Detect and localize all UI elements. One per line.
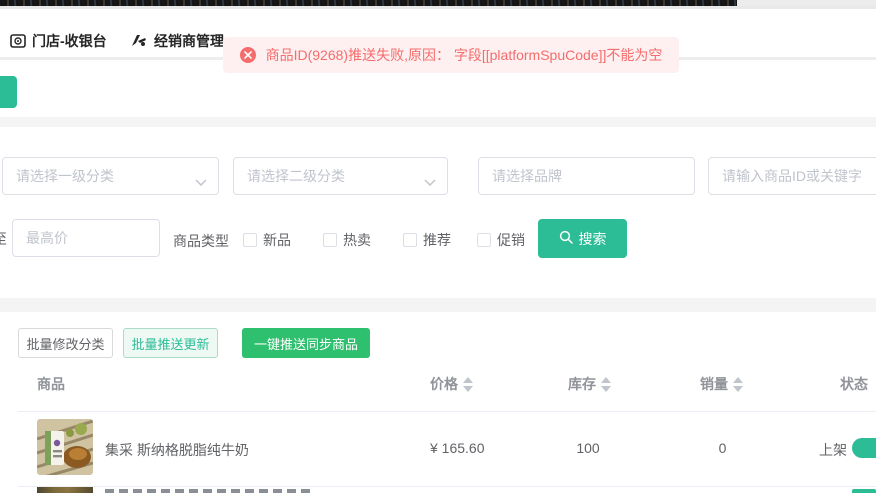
category2-select-input[interactable]: [233, 157, 448, 195]
cashier-icon: [10, 34, 26, 48]
max-price-field[interactable]: [12, 219, 160, 257]
next-row-text-sliver: [105, 489, 315, 493]
error-toast: 商品ID(9268)推送失败,原因： 字段[[platformSpuCode]]…: [223, 37, 679, 73]
checkbox-recommended[interactable]: 推荐: [403, 230, 451, 250]
clipped-left-button[interactable]: [0, 76, 17, 108]
tab-label: 门店-收银台: [32, 31, 107, 51]
brand-select[interactable]: [478, 157, 695, 195]
column-header-product: 商品: [37, 374, 65, 394]
product-stock: 100: [563, 440, 613, 456]
checkbox-hot[interactable]: 热卖: [323, 230, 371, 250]
checkbox-label: 促销: [497, 230, 525, 250]
category2-select[interactable]: [233, 157, 448, 195]
column-header-label: 销量: [700, 374, 728, 394]
max-price-input[interactable]: [12, 219, 160, 257]
distributor-icon: [130, 34, 148, 48]
next-row-thumbnail-sliver: [37, 487, 93, 493]
checkbox-box[interactable]: [477, 233, 491, 247]
sort-arrows-icon[interactable]: [733, 377, 743, 392]
batch-edit-category-button[interactable]: 批量修改分类: [18, 328, 113, 358]
keyword-input[interactable]: [708, 157, 876, 195]
section-separator: [0, 298, 876, 312]
one-click-sync-button[interactable]: 一键推送同步商品: [242, 328, 370, 358]
brand-select-input[interactable]: [478, 157, 695, 195]
column-header-price[interactable]: 价格: [430, 374, 473, 394]
column-header-stock[interactable]: 库存: [568, 374, 611, 394]
checkbox-label: 热卖: [343, 230, 371, 250]
batch-push-update-button[interactable]: 批量推送更新: [123, 328, 218, 358]
table-divider: [18, 411, 876, 412]
tab-store-cashier[interactable]: 门店-收银台: [10, 31, 107, 51]
checkbox-box[interactable]: [323, 233, 337, 247]
column-header-sales[interactable]: 销量: [700, 374, 743, 394]
checkbox-box[interactable]: [403, 233, 417, 247]
sort-arrows-icon[interactable]: [463, 377, 473, 392]
checkbox-promotion[interactable]: 促销: [477, 230, 525, 250]
column-header-label: 价格: [430, 374, 458, 394]
tab-distributor-management[interactable]: 经销商管理: [130, 31, 224, 51]
category1-select-input[interactable]: [2, 157, 219, 195]
keyword-search[interactable]: [708, 157, 876, 195]
checkbox-new[interactable]: 新品: [243, 230, 291, 250]
search-button-label: 搜索: [579, 229, 607, 249]
search-button[interactable]: 搜索: [538, 219, 627, 258]
checkbox-label: 推荐: [423, 230, 451, 250]
product-sales: 0: [700, 440, 745, 456]
price-range-separator: 至: [0, 229, 7, 249]
product-status-label: 上架: [819, 440, 847, 460]
sort-arrows-icon[interactable]: [601, 377, 611, 392]
status-toggle[interactable]: [852, 438, 876, 458]
page: 门店-收银台 经销商管理 商品ID(9268)推送失败,原因： 字段[[plat…: [0, 0, 876, 493]
next-row-toggle-sliver: [852, 489, 876, 493]
table-divider: [18, 486, 876, 487]
column-header-status: 状态: [840, 374, 868, 394]
category1-select[interactable]: [2, 157, 219, 195]
checkbox-box[interactable]: [243, 233, 257, 247]
column-header-label: 状态: [840, 374, 868, 394]
column-header-label: 商品: [37, 374, 65, 394]
section-separator: [0, 117, 876, 127]
column-header-label: 库存: [568, 374, 596, 394]
error-toast-message: 商品ID(9268)推送失败,原因： 字段[[platformSpuCode]]…: [266, 45, 663, 65]
product-name: 集采 斯纳格脱脂纯牛奶: [105, 440, 249, 460]
product-thumbnail[interactable]: [37, 419, 93, 475]
product-price: ¥ 165.60: [430, 440, 485, 456]
checkbox-label: 新品: [263, 230, 291, 250]
product-type-label: 商品类型: [173, 231, 229, 251]
search-icon: [559, 230, 573, 247]
tab-label: 经销商管理: [154, 31, 224, 51]
error-icon: [240, 47, 256, 63]
